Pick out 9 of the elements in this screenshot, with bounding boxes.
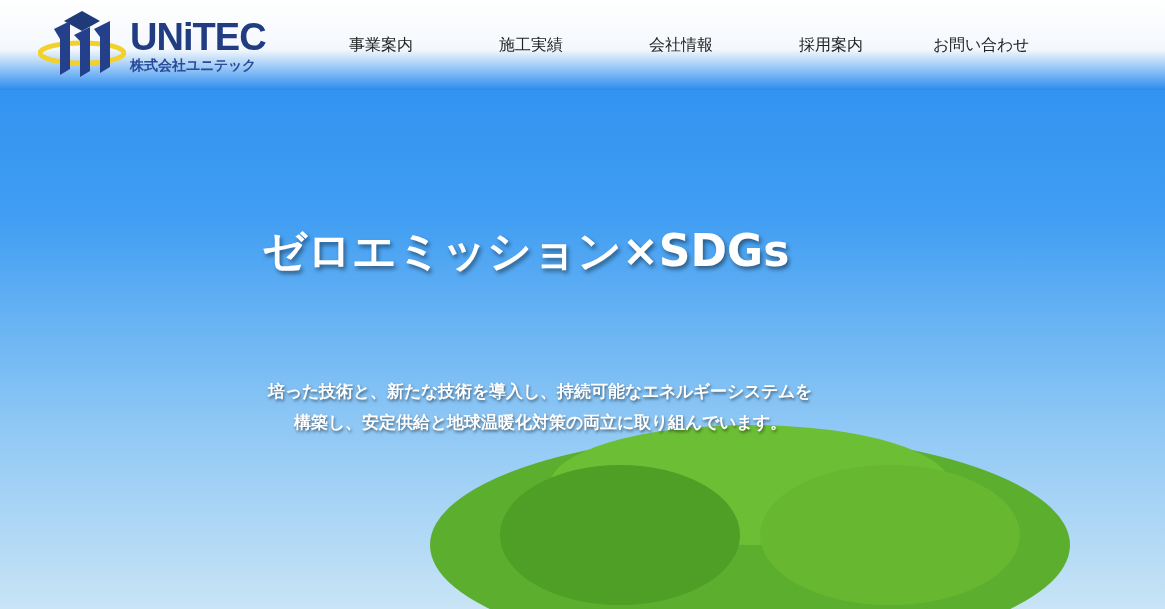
logo-wordmark: UNiTEC: [130, 18, 266, 56]
hero-lead-text: 培った技術と、新たな技術を導入し、持続可能なエネルギーシステムを: [268, 381, 812, 403]
hero-title: ゼロエミッション×SDGs: [262, 224, 791, 278]
nav-link[interactable]: 採用案内: [756, 33, 906, 57]
company-name: 株式会社ユニテック: [130, 58, 257, 72]
nav-link[interactable]: 施工実績: [456, 33, 606, 57]
nav-link[interactable]: 事業案内: [306, 33, 456, 57]
nav-link[interactable]: 会社情報: [606, 33, 756, 57]
nav-link[interactable]: お問い合わせ: [906, 33, 1056, 57]
